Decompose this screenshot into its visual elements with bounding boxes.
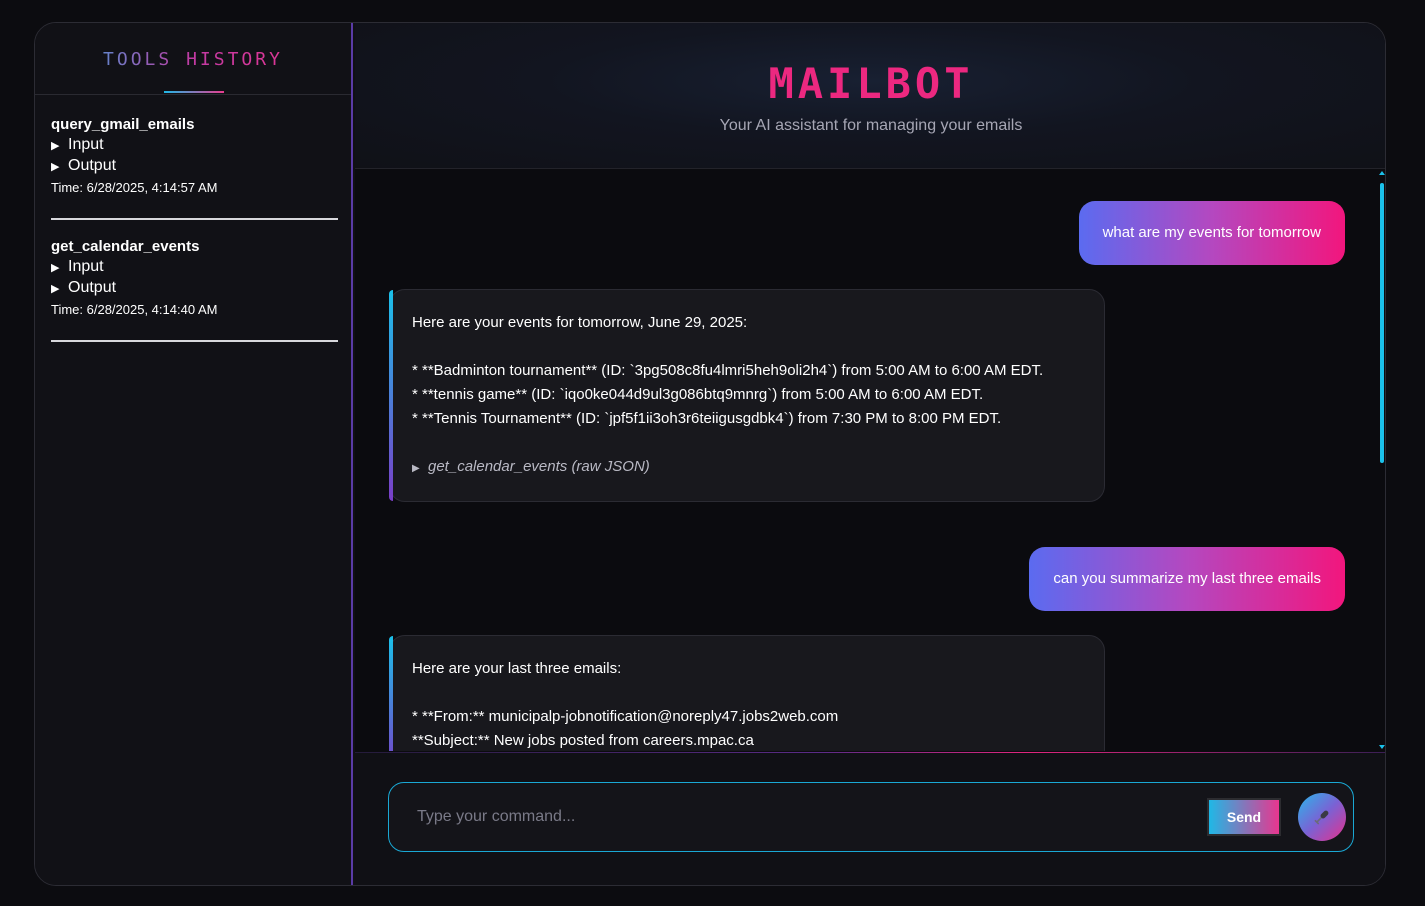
composer: Send: [355, 753, 1385, 885]
scroll-down-arrow-icon[interactable]: [1379, 745, 1385, 749]
tool-timestamp: Time: 6/28/2025, 4:14:57 AM: [51, 180, 218, 195]
tool-name: query_gmail_emails: [51, 116, 195, 133]
app-window: TOOLS HISTORY query_gmail_emails ▶ Input …: [34, 22, 1386, 886]
main-panel: MAILBOT Your AI assistant for managing y…: [355, 23, 1385, 885]
bot-message: Here are your events for tomorrow, June …: [389, 289, 1105, 502]
tool-entry: get_calendar_events ▶ Input ▶ Output Time:…: [51, 237, 338, 342]
raw-json-label: get_calendar_events (raw JSON): [428, 458, 650, 475]
tool-input-toggle[interactable]: ▶ Input: [51, 135, 338, 156]
tools-history-sidebar: TOOLS HISTORY query_gmail_emails ▶ Input …: [35, 23, 353, 885]
bot-message-intro: Here are your events for tomorrow, June …: [412, 314, 748, 331]
command-input[interactable]: [405, 797, 1209, 837]
scroll-up-arrow-icon[interactable]: [1379, 171, 1385, 175]
bot-message-intro: Here are your last three emails:: [412, 660, 622, 677]
bot-message: Here are your last three emails: * **Fro…: [389, 635, 1105, 751]
bot-message-line: * **From:** municipalp-jobnotification@n…: [412, 708, 839, 725]
bot-message-line: * **Tennis Tournament** (ID: `jpf5f1ii3o…: [412, 410, 1002, 427]
sidebar-title-underline: [164, 91, 224, 93]
triangle-right-icon: ▶: [51, 262, 60, 274]
chat-scrollbar[interactable]: [1379, 171, 1385, 749]
triangle-right-icon: ▶: [51, 161, 60, 173]
bot-message-line: * **tennis game** (ID: `iqo0ke044d9ul3g0…: [412, 386, 984, 403]
user-message: what are my events for tomorrow: [1078, 201, 1345, 265]
message-accent-bar: [389, 290, 393, 501]
tool-input-toggle[interactable]: ▶ Input: [51, 257, 338, 278]
chat-history[interactable]: what are my events for tomorrow Here are…: [355, 169, 1385, 751]
tool-input-label: Input: [68, 258, 104, 275]
tool-entry: query_gmail_emails ▶ Input ▶ Output Time: …: [51, 115, 338, 220]
sidebar-title: TOOLS HISTORY: [35, 49, 351, 70]
message-accent-bar: [389, 636, 393, 751]
main-header: MAILBOT Your AI assistant for managing y…: [355, 23, 1385, 169]
triangle-right-icon: ▶: [51, 140, 60, 152]
scrollbar-thumb[interactable]: [1380, 183, 1384, 463]
app-title: MAILBOT: [768, 59, 974, 108]
bot-message-line: **Subject:** New jobs posted from career…: [412, 732, 754, 749]
tool-timestamp: Time: 6/28/2025, 4:14:40 AM: [51, 302, 218, 317]
command-input-box: Send: [388, 782, 1354, 852]
triangle-right-icon: ▶: [51, 283, 60, 295]
tool-output-toggle[interactable]: ▶ Output: [51, 156, 338, 177]
sidebar-header: TOOLS HISTORY: [35, 23, 351, 95]
tool-output-label: Output: [68, 279, 117, 296]
microphone-icon: [1314, 810, 1329, 825]
raw-json-toggle[interactable]: ▶ get_calendar_events (raw JSON): [412, 455, 1082, 481]
microphone-button[interactable]: [1298, 793, 1346, 841]
tool-output-toggle[interactable]: ▶ Output: [51, 278, 338, 299]
triangle-right-icon: ▶: [412, 463, 420, 474]
app-subtitle: Your AI assistant for managing your emai…: [719, 117, 1023, 134]
tool-input-label: Input: [68, 136, 104, 153]
tool-name: get_calendar_events: [51, 238, 200, 255]
user-message: can you summarize my last three emails: [1029, 547, 1345, 611]
bot-message-line: * **Badminton tournament** (ID: `3pg508c…: [412, 362, 1044, 379]
tool-output-label: Output: [68, 157, 117, 174]
send-button[interactable]: Send: [1207, 798, 1281, 836]
